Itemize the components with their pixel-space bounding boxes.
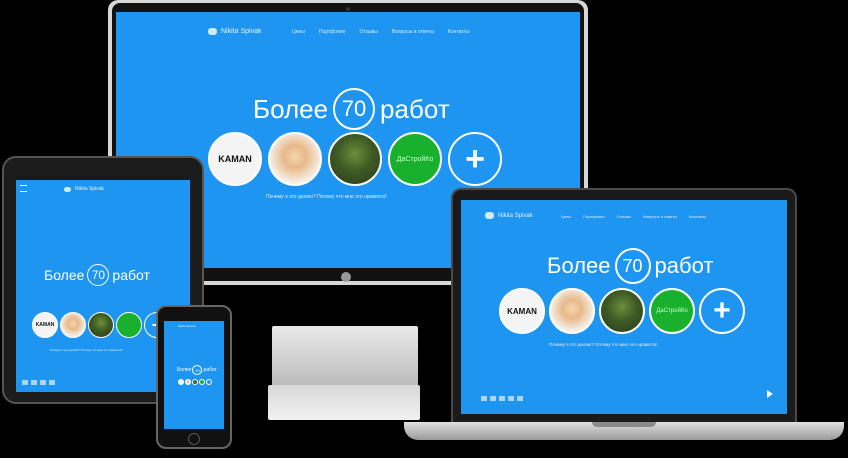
portfolio-circles: KAMAN ДаСтройКо +	[208, 132, 502, 186]
laptop-notch	[592, 422, 656, 427]
phone: Nikita Spivak Более 70 работ	[156, 305, 232, 449]
brand-name: Nikita Spivak	[498, 212, 533, 219]
monitor-base	[268, 385, 420, 420]
brand-name: Nikita Spivak	[178, 324, 196, 328]
portfolio-item[interactable]	[116, 312, 142, 338]
hero-headline: Более 70 работ	[177, 365, 217, 375]
portfolio-item[interactable]	[60, 312, 86, 338]
phone-screen: Nikita Spivak Более 70 работ	[164, 321, 224, 429]
portfolio-item[interactable]	[88, 312, 114, 338]
portfolio-item[interactable]: ДаСтройКо	[649, 288, 695, 334]
portfolio-item[interactable]: KAMAN	[499, 288, 545, 334]
nav-item-contacts[interactable]: Контакты	[689, 214, 706, 219]
play-icon[interactable]	[767, 390, 773, 398]
portfolio-item[interactable]: KAMAN	[32, 312, 58, 338]
nav-item-prices[interactable]: Цены	[561, 214, 571, 219]
portfolio-item[interactable]: KAMAN	[208, 132, 262, 186]
portfolio-item[interactable]	[549, 288, 595, 334]
brand[interactable]: Nikita Spivak	[178, 324, 195, 328]
hero-headline: Более 70 работ	[547, 248, 713, 284]
tagline: Почему я это делаю? Потому что мне это н…	[266, 194, 387, 200]
hero-suffix: работ	[380, 93, 450, 124]
brand[interactable]: Nikita Spivak	[64, 186, 104, 192]
hamburger-menu-icon[interactable]	[20, 185, 27, 192]
nav-item-contacts[interactable]: Контакты	[448, 29, 470, 35]
portfolio-item[interactable]	[192, 379, 198, 385]
portfolio-item[interactable]: ДаСтройКо	[388, 132, 442, 186]
nav-item-portfolio[interactable]: Портфолио	[583, 214, 604, 219]
add-more-button[interactable]: +	[699, 288, 745, 334]
plus-icon: +	[713, 294, 731, 327]
brand-logo-icon	[485, 212, 494, 219]
hero-headline: Более 70 работ	[253, 88, 450, 130]
nav-item-faq[interactable]: Вопросы и ответы	[643, 214, 677, 219]
nav-item-reviews[interactable]: Отзывы	[617, 214, 632, 219]
hero-count: 70	[333, 88, 376, 130]
hero-prefix: Более	[253, 93, 329, 124]
nav-item-faq[interactable]: Вопросы и ответы	[392, 29, 434, 35]
add-more-button[interactable]	[206, 379, 212, 385]
hero-headline: Более 70 работ	[44, 264, 150, 286]
brand-name: Nikita Spivak	[221, 28, 262, 35]
tagline: Почему я это делаю? Потому что мне это н…	[549, 342, 658, 347]
brand-logo-icon	[208, 28, 217, 35]
brand-logo-icon	[64, 186, 71, 192]
main-nav: Цены Портфолио Отзывы Вопросы и ответы К…	[561, 214, 706, 219]
add-more-button[interactable]: +	[448, 132, 502, 186]
main-nav: Цены Портфолио Отзывы Вопросы и ответы К…	[292, 29, 470, 35]
brand[interactable]: Nikita Spivak	[208, 28, 261, 35]
phone-home-button[interactable]	[188, 433, 200, 445]
monitor-camera	[346, 7, 350, 11]
social-icons	[22, 380, 55, 385]
portfolio-item[interactable]	[328, 132, 382, 186]
brand[interactable]: Nikita Spivak	[485, 212, 533, 219]
apple-logo-icon	[341, 272, 351, 282]
portfolio-item[interactable]	[268, 132, 322, 186]
nav-item-portfolio[interactable]: Портфолио	[319, 29, 346, 35]
social-icons	[481, 396, 523, 401]
portfolio-item[interactable]	[178, 379, 184, 385]
plus-icon: +	[465, 139, 485, 178]
brand-name: Nikita Spivak	[75, 186, 104, 192]
laptop: Nikita Spivak Цены Портфолио Отзывы Вопр…	[451, 188, 797, 424]
monitor-stand	[272, 326, 418, 390]
nav-item-reviews[interactable]: Отзывы	[359, 29, 377, 35]
tagline: Почему я это делаю? Потому что мне это н…	[50, 348, 123, 352]
nav-item-prices[interactable]: Цены	[292, 29, 305, 35]
portfolio-circles	[178, 379, 212, 385]
portfolio-circles: KAMAN ДаСтройКо +	[499, 288, 745, 334]
portfolio-item[interactable]	[599, 288, 645, 334]
laptop-screen: Nikita Spivak Цены Портфолио Отзывы Вопр…	[461, 200, 787, 414]
portfolio-item[interactable]	[199, 379, 205, 385]
portfolio-item[interactable]	[185, 379, 191, 385]
portfolio-circles: KAMAN +	[32, 312, 170, 338]
